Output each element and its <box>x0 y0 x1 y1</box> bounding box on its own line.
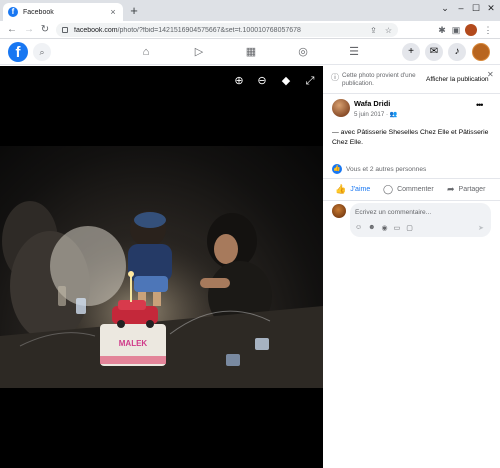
divider <box>323 178 500 179</box>
send-icon[interactable]: ➤ <box>478 224 484 232</box>
close-notice-icon[interactable]: ✕ <box>487 70 494 79</box>
avatar-sticker-icon[interactable]: ☺ <box>355 224 362 232</box>
profile-avatar-icon[interactable] <box>465 24 477 36</box>
tagged-page-link[interactable]: Pâtisserie Sheselles Chez Elle <box>357 129 449 136</box>
divider <box>323 200 500 201</box>
comment-composer: ☺ ☻ ◉ ▭ ▢ ➤ <box>350 203 491 237</box>
comment-bubble-icon: ◯ <box>383 184 394 194</box>
tab-title: Facebook <box>23 8 54 16</box>
video-watch-icon[interactable]: ▷ <box>192 45 206 59</box>
marketplace-icon[interactable]: ▦ <box>244 45 258 59</box>
new-tab-button[interactable]: + <box>127 4 141 18</box>
like-reaction-icon: 👍 <box>332 164 342 174</box>
current-user-avatar[interactable] <box>332 204 346 218</box>
author-avatar[interactable] <box>332 99 350 117</box>
birthday-photo-illustration: MALEK <box>0 146 323 388</box>
caption-suffix: . <box>361 139 363 146</box>
close-tab-icon[interactable]: × <box>108 7 118 17</box>
post-origin-notice: ⓘ Cette photo provient d'une publication… <box>331 70 500 92</box>
lock-icon <box>62 27 68 33</box>
comment-label: Commenter <box>397 186 434 193</box>
composer-tools: ☺ ☻ ◉ ▭ ▢ <box>355 224 419 232</box>
view-post-link[interactable]: Afficher la publication <box>426 76 489 83</box>
url-text[interactable]: facebook.com/photo/?fbid=142151690457566… <box>74 27 362 34</box>
divider <box>323 93 500 94</box>
post-caption: — avec Pâtisserie Sheselles Chez Elle et… <box>332 128 496 148</box>
create-plus-icon[interactable]: + <box>402 43 420 61</box>
close-window-button[interactable]: ✕ <box>484 3 498 14</box>
zoom-out-icon[interactable]: ⊖ <box>255 74 269 88</box>
comment-button[interactable]: ◯ Commenter <box>383 184 434 195</box>
groups-icon[interactable]: ◎ <box>296 45 310 59</box>
reactions-text[interactable]: Vous et 2 autres personnes <box>346 166 426 173</box>
gif-icon[interactable]: ▭ <box>394 224 401 232</box>
facebook-logo-icon[interactable]: f <box>8 42 28 62</box>
post-detail-panel: ⓘ Cette photo provient d'une publication… <box>323 66 500 468</box>
menu-icon[interactable]: ☰ <box>347 45 361 59</box>
notifications-bell-icon[interactable]: ♪ <box>448 43 466 61</box>
share-button[interactable]: ➦ Partager <box>447 184 485 195</box>
extension-puzzle-icon[interactable]: ✱ <box>436 24 448 36</box>
share-label: Partager <box>458 186 486 193</box>
maximize-button[interactable]: ☐ <box>469 3 483 14</box>
friends-audience-icon: 👥 <box>389 111 398 118</box>
reload-icon[interactable]: ↻ <box>38 23 52 37</box>
photo-viewer: ⊕ ⊖ ◆ ⤢ MALEK <box>0 66 323 468</box>
caption-mid: et <box>449 129 459 136</box>
star-bookmark-icon[interactable]: ☆ <box>385 26 392 35</box>
browser-tab[interactable]: f Facebook × <box>3 3 123 21</box>
emoji-icon[interactable]: ☻ <box>368 224 375 232</box>
tag-icon[interactable]: ◆ <box>279 74 293 88</box>
account-avatar[interactable] <box>472 43 490 61</box>
facebook-favicon-icon: f <box>8 7 18 17</box>
side-panel-icon[interactable]: ▣ <box>450 24 462 36</box>
notice-text: Cette photo provient d'une publication. <box>342 72 416 87</box>
back-arrow-icon[interactable]: ← <box>5 23 19 37</box>
reactions-summary: 👍 Vous et 2 autres personnes <box>332 164 426 174</box>
post-date: 5 juin 2017 · 👥 <box>354 111 398 118</box>
thumbs-up-icon: 👍 <box>335 184 347 194</box>
url-host: facebook.com <box>74 26 118 34</box>
camera-icon[interactable]: ◉ <box>382 224 388 232</box>
author-name[interactable]: Wafa Dridi <box>354 99 390 108</box>
zoom-in-icon[interactable]: ⊕ <box>232 74 246 88</box>
facebook-header: f ⌕ ⌂ ▷ ▦ ◎ ☰ + ✉ ♪ <box>0 39 500 65</box>
caption-prefix: — avec <box>332 129 357 136</box>
forward-arrow-icon[interactable]: → <box>22 23 36 37</box>
sticker-icon[interactable]: ▢ <box>406 224 413 232</box>
share-icon[interactable]: ⇪ <box>370 26 377 35</box>
search-icon[interactable]: ⌕ <box>33 43 51 61</box>
post-date-text[interactable]: 5 juin 2017 <box>354 111 384 118</box>
browser-tab-strip: f Facebook × + ⌄ – ☐ ✕ <box>0 0 500 21</box>
kebab-menu-icon[interactable]: ⋮ <box>482 24 494 36</box>
home-icon[interactable]: ⌂ <box>139 45 153 59</box>
info-icon: ⓘ <box>331 73 339 82</box>
url-path: /photo/?fbid=142151690457566​7&set=t.100… <box>117 26 301 34</box>
browser-toolbar: ← → ↻ facebook.com/photo/?fbid=142151690… <box>0 21 500 39</box>
post-actions: 👍 J'aime ◯ Commenter ➦ Partager <box>323 180 500 200</box>
share-arrow-icon: ➦ <box>447 184 455 194</box>
address-bar[interactable]: facebook.com/photo/?fbid=142151690457566… <box>56 23 398 37</box>
minimize-button[interactable]: – <box>454 3 468 13</box>
more-options-icon[interactable]: ••• <box>476 100 484 110</box>
messenger-icon[interactable]: ✉ <box>425 43 443 61</box>
photo-image[interactable]: MALEK <box>0 146 323 388</box>
fullscreen-icon[interactable]: ⤢ <box>303 74 317 88</box>
like-label: J'aime <box>350 186 371 193</box>
cake-name-text: MALEK <box>119 339 148 348</box>
comment-input[interactable] <box>355 206 486 218</box>
chevron-down-icon[interactable]: ⌄ <box>438 3 452 14</box>
like-button[interactable]: 👍 J'aime <box>335 184 370 195</box>
